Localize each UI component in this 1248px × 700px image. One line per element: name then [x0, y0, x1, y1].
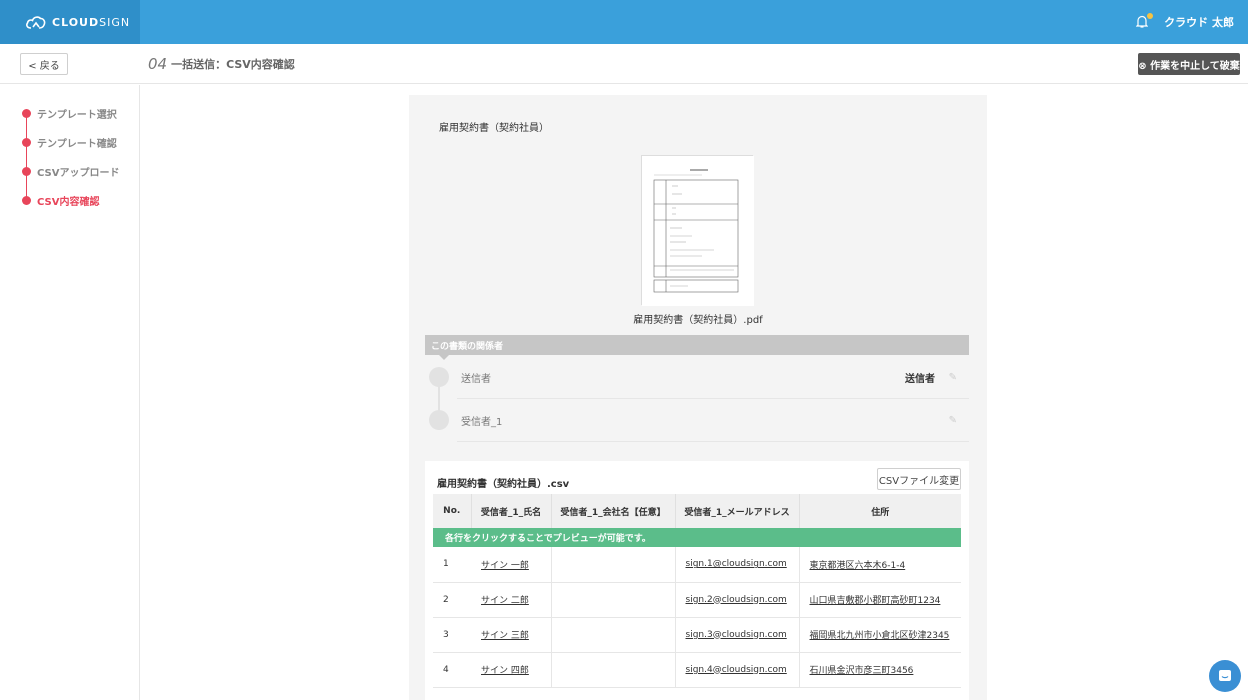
preview-notice-row: 各行をクリックすることでプレビューが可能です。 [433, 528, 961, 547]
table-row[interactable]: 3 サイン 三郎 sign.3@cloudsign.com 福岡県北九州市小倉北… [433, 617, 961, 653]
party-name: 送信者 [461, 373, 491, 385]
user-name[interactable]: クラウド 太郎 [1164, 14, 1234, 30]
sub-header: < 戻る 04 一括送信：CSV内容確認 ⊗ 作業を中止して破棄 [0, 44, 1248, 84]
row-number: 3 [433, 617, 471, 653]
chat-bubble-icon [1219, 670, 1231, 681]
document-panel: 雇用契約書（契約社員） 雇用契約書（契約社員）.pdf この書類の関係者 送信者… [409, 95, 987, 700]
column-header: 受信者_1_会社名【任意】 [551, 494, 676, 528]
recipient-email[interactable]: sign.4@cloudsign.com [675, 652, 800, 688]
top-bar: CLOUD SIGN クラウド 太郎 [0, 0, 1248, 44]
pencil-icon[interactable]: ✎ [949, 372, 957, 383]
column-header: No. [433, 494, 472, 528]
brand-name-bold: CLOUD [52, 15, 100, 29]
main-content: 雇用契約書（契約社員） 雇用契約書（契約社員）.pdf この書類の関係者 送信者… [141, 85, 1248, 700]
recipient-address[interactable]: 石川県金沢市彦三町3456 [799, 652, 961, 688]
step-csv-upload: CSVアップロード [22, 157, 119, 186]
table-header-row: No. 受信者_1_氏名 受信者_1_会社名【任意】 受信者_1_メールアドレス… [433, 494, 961, 528]
chat-support-button[interactable] [1209, 660, 1241, 692]
row-number: 2 [433, 582, 471, 618]
party-recipient-1: 受信者_1 ✎ [425, 399, 969, 441]
step-dot-icon [22, 109, 31, 118]
step-label: CSV内容確認 [37, 197, 100, 208]
table-row[interactable]: 4 サイン 四郎 sign.4@cloudsign.com 石川県金沢市彦三町3… [433, 652, 961, 688]
preview-notice: 各行をクリックすることでプレビューが可能です。 [433, 528, 961, 547]
bell-icon[interactable] [1135, 13, 1154, 29]
step-number: 04 [148, 55, 168, 73]
table-row[interactable]: 1 サイン 一郎 sign.1@cloudsign.com 東京都港区六本木6-… [433, 547, 961, 583]
party-avatar-icon [429, 410, 449, 430]
step-label: CSVアップロード [37, 168, 120, 179]
recipient-email[interactable]: sign.2@cloudsign.com [675, 582, 800, 618]
recipient-address[interactable]: 山口県吉敷郡小郡町高砂町1234 [799, 582, 961, 618]
cloud-logo-icon [26, 16, 46, 29]
step-csv-confirm: CSV内容確認 [22, 186, 119, 215]
recipient-email[interactable]: sign.1@cloudsign.com [675, 547, 800, 583]
abort-button[interactable]: ⊗ 作業を中止して破棄 [1138, 53, 1240, 75]
recipient-name[interactable]: サイン 二郎 [471, 582, 552, 618]
notification-dot [1147, 13, 1154, 19]
party-avatar-icon [429, 367, 449, 387]
step-title-text: 一括送信：CSV内容確認 [171, 58, 295, 71]
back-button[interactable]: < 戻る [20, 53, 68, 75]
step-list: テンプレート選択 テンプレート確認 CSVアップロード CSV内容確認 [22, 99, 119, 215]
csv-table: No. 受信者_1_氏名 受信者_1_会社名【任意】 受信者_1_メールアドレス… [433, 494, 961, 688]
pdf-file-name: 雇用契約書（契約社員）.pdf [633, 315, 763, 326]
document-thumbnail[interactable] [641, 155, 754, 306]
table-row[interactable]: 2 サイン 二郎 sign.2@cloudsign.com 山口県吉敷郡小郡町高… [433, 582, 961, 618]
csv-card: 雇用契約書（契約社員）.csv CSVファイル変更 No. 受信者_1_氏名 受… [425, 461, 969, 700]
recipient-address[interactable]: 福岡県北九州市小倉北区砂津2345 [799, 617, 961, 653]
column-header: 受信者_1_メールアドレス [675, 494, 800, 528]
recipient-address[interactable]: 東京都港区六本木6-1-4 [799, 547, 961, 583]
csv-file-name: 雇用契約書（契約社員）.csv [437, 479, 570, 490]
recipient-name[interactable]: サイン 三郎 [471, 617, 552, 653]
step-label: テンプレート確認 [37, 139, 117, 150]
relations-title: この書類の関係者 [431, 341, 504, 352]
document-title: 雇用契約書（契約社員） [439, 123, 549, 134]
change-csv-button[interactable]: CSVファイル変更 [877, 468, 961, 490]
step-template-confirm: テンプレート確認 [22, 128, 119, 157]
recipient-company [551, 582, 676, 618]
step-template-select: テンプレート選択 [22, 99, 119, 128]
recipient-email[interactable]: sign.3@cloudsign.com [675, 617, 800, 653]
recipient-company [551, 617, 676, 653]
recipient-name[interactable]: サイン 四郎 [471, 652, 552, 688]
brand-name-light: SIGN [99, 15, 131, 29]
step-dot-icon [22, 196, 31, 205]
row-number: 4 [433, 652, 471, 688]
brand-logo[interactable]: CLOUD SIGN [0, 0, 140, 44]
relations-header: この書類の関係者 [425, 335, 969, 360]
row-number: 1 [433, 547, 471, 583]
recipient-name[interactable]: サイン 一郎 [471, 547, 552, 583]
column-header: 住所 [799, 494, 961, 528]
step-dot-icon [22, 138, 31, 147]
pencil-icon[interactable]: ✎ [949, 415, 957, 426]
party-role: 送信者 [905, 373, 935, 385]
recipient-company [551, 652, 676, 688]
step-label: テンプレート選択 [37, 110, 117, 121]
party-name: 受信者_1 [461, 416, 503, 428]
party-sender: 送信者 送信者 ✎ [425, 356, 969, 398]
column-header: 受信者_1_氏名 [471, 494, 552, 528]
recipient-company [551, 547, 676, 583]
step-sidebar: テンプレート選択 テンプレート確認 CSVアップロード CSV内容確認 [0, 85, 140, 700]
party-divider [457, 441, 969, 442]
user-menu[interactable]: クラウド 太郎 [1135, 0, 1234, 44]
step-dot-icon [22, 167, 31, 176]
page-title: 04 一括送信：CSV内容確認 [148, 44, 295, 84]
